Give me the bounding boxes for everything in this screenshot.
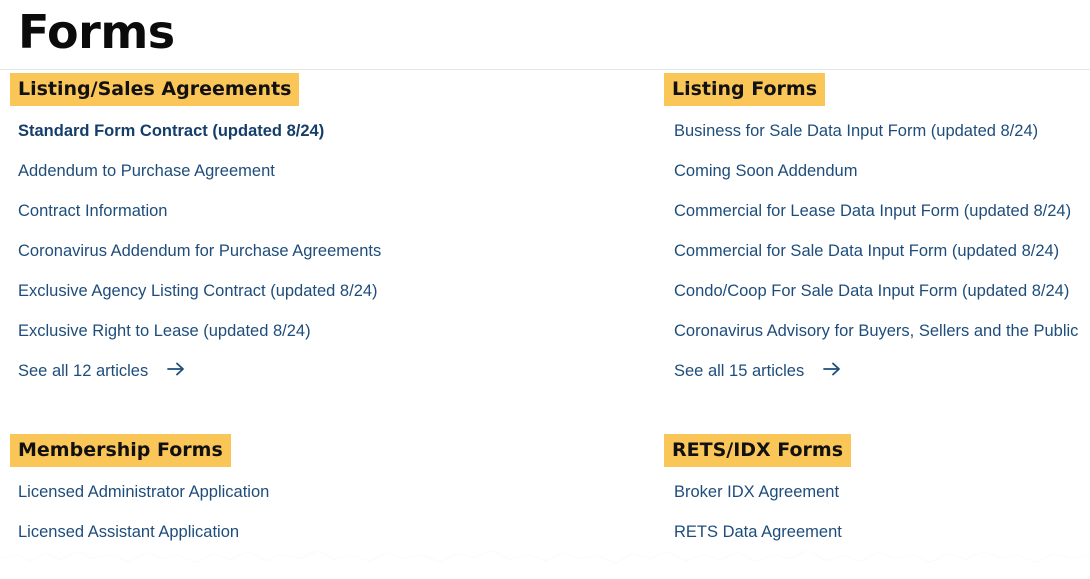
list-item: Addendum to Purchase Agreement xyxy=(18,146,381,186)
see-all-link[interactable]: See all 12 articles xyxy=(18,361,185,381)
article-link[interactable]: Broker IDX Agreement xyxy=(674,482,839,502)
list-item: Coronavirus Addendum for Purchase Agreem… xyxy=(18,226,381,266)
list-item: Contract Information xyxy=(18,186,381,226)
list-item: Business for Sale Data Input Form (updat… xyxy=(674,106,1078,146)
list-item: Licensed Administrator Application xyxy=(18,467,269,507)
article-list: Business for Sale Data Input Form (updat… xyxy=(674,106,1078,386)
article-link[interactable]: Standard Form Contract (updated 8/24) xyxy=(18,121,324,141)
list-item: Commercial for Lease Data Input Form (up… xyxy=(674,186,1078,226)
list-item: Standard Form Contract (updated 8/24) xyxy=(18,106,381,146)
list-item: Broker IDX Agreement xyxy=(674,467,851,507)
list-item: Coronavirus Advisory for Buyers, Sellers… xyxy=(674,306,1078,346)
section-listing-forms: Listing Forms Business for Sale Data Inp… xyxy=(664,73,1078,386)
list-item: Condo/Coop For Sale Data Input Form (upd… xyxy=(674,266,1078,306)
see-all-label: See all 12 articles xyxy=(18,362,149,380)
list-item: See all 15 articles xyxy=(674,346,1078,386)
torn-edge-decoration xyxy=(0,551,1090,579)
section-heading: Listing Forms xyxy=(664,73,826,106)
article-link[interactable]: Business for Sale Data Input Form (updat… xyxy=(674,121,1038,141)
article-list: Standard Form Contract (updated 8/24) Ad… xyxy=(18,106,381,386)
section-heading: Listing/Sales Agreements xyxy=(10,73,300,106)
article-list: Licensed Administrator Application Licen… xyxy=(18,467,269,547)
article-link[interactable]: Commercial for Lease Data Input Form (up… xyxy=(674,201,1071,221)
title-divider xyxy=(0,69,1090,70)
article-link[interactable]: Commercial for Sale Data Input Form (upd… xyxy=(674,241,1059,261)
page-title: Forms xyxy=(18,5,175,59)
see-all-link[interactable]: See all 15 articles xyxy=(674,361,841,381)
article-link[interactable]: Exclusive Agency Listing Contract (updat… xyxy=(18,281,378,301)
article-link[interactable]: Exclusive Right to Lease (updated 8/24) xyxy=(18,321,311,341)
section-heading: RETS/IDX Forms xyxy=(664,434,852,467)
article-link[interactable]: Coronavirus Addendum for Purchase Agreem… xyxy=(18,241,381,261)
list-item: Commercial for Sale Data Input Form (upd… xyxy=(674,226,1078,266)
article-link[interactable]: Condo/Coop For Sale Data Input Form (upd… xyxy=(674,281,1069,301)
section-listing-sales-agreements: Listing/Sales Agreements Standard Form C… xyxy=(10,73,381,386)
article-link[interactable]: Addendum to Purchase Agreement xyxy=(18,161,275,181)
article-link[interactable]: Coronavirus Advisory for Buyers, Sellers… xyxy=(674,321,1078,341)
article-list: Broker IDX Agreement RETS Data Agreement xyxy=(674,467,851,547)
list-item: See all 12 articles xyxy=(18,346,381,386)
section-rets-idx-forms: RETS/IDX Forms Broker IDX Agreement RETS… xyxy=(664,434,852,547)
section-membership-forms: Membership Forms Licensed Administrator … xyxy=(10,434,269,547)
article-link[interactable]: Coming Soon Addendum xyxy=(674,161,857,181)
arrow-right-icon xyxy=(166,362,184,376)
see-all-label: See all 15 articles xyxy=(674,362,805,380)
arrow-right-icon xyxy=(822,362,840,376)
article-link[interactable]: Contract Information xyxy=(18,201,167,221)
list-item: Coming Soon Addendum xyxy=(674,146,1078,186)
list-item: Exclusive Right to Lease (updated 8/24) xyxy=(18,306,381,346)
article-link[interactable]: Licensed Administrator Application xyxy=(18,482,269,502)
list-item: Exclusive Agency Listing Contract (updat… xyxy=(18,266,381,306)
section-heading: Membership Forms xyxy=(10,434,231,467)
